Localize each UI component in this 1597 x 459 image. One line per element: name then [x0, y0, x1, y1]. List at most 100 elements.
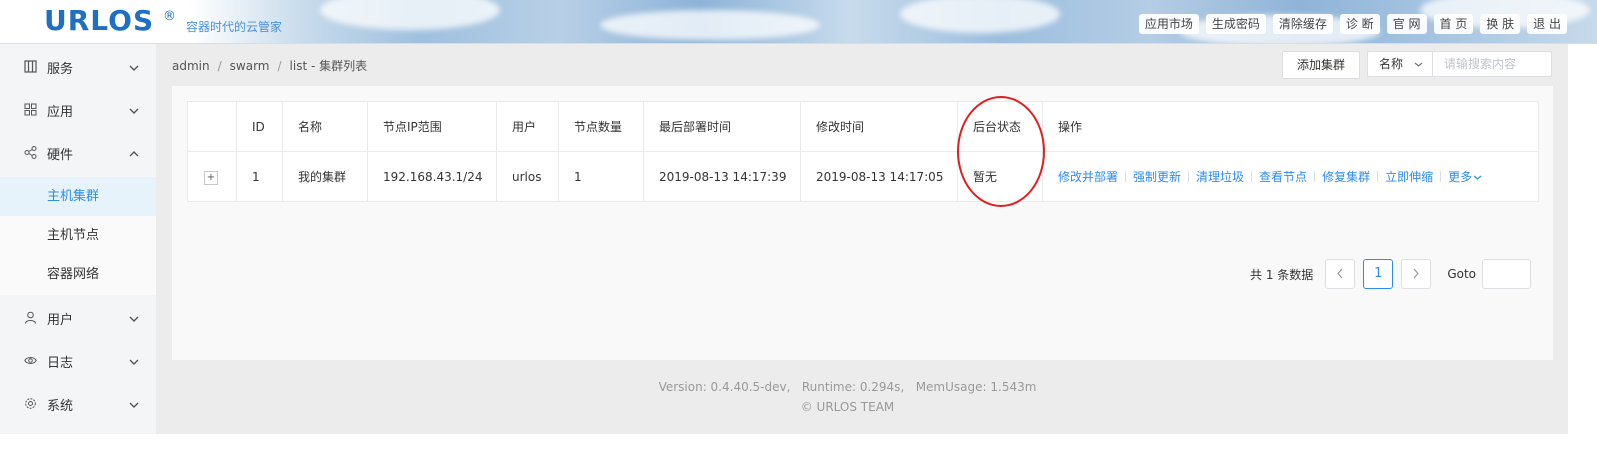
goto-label: Goto — [1447, 267, 1476, 281]
action-divider — [1251, 171, 1253, 182]
sidebar-item-hardware[interactable]: 硬件 — [0, 132, 156, 175]
search-field-label: 名称 — [1379, 57, 1404, 71]
column-header-user: 用户 — [496, 101, 559, 152]
pagination-total: 共 1 条数据 — [1250, 267, 1314, 282]
sidebar-item-system[interactable]: 系统 — [0, 383, 156, 426]
nav-home-button[interactable]: 首 页 — [1433, 14, 1474, 34]
expand-cell: + — [187, 151, 237, 202]
sidebar-item-services[interactable]: 服务 — [0, 46, 156, 89]
cell-actions: 修改并部署 强制更新 清理垃圾 查看节点 修复集群 立即伸缩 更多 — [1042, 151, 1539, 202]
modify-deploy-link[interactable]: 修改并部署 — [1058, 170, 1118, 184]
sidebar-subitem-label: 容器网络 — [47, 267, 100, 282]
chevron-down-icon — [129, 398, 139, 412]
column-header-expand — [187, 101, 237, 152]
nav-generate-password-button[interactable]: 生成密码 — [1205, 14, 1266, 34]
action-divider — [1188, 171, 1190, 182]
sidebar-item-logs[interactable]: 日志 — [0, 340, 156, 383]
page-title: 集群列表 — [319, 59, 368, 73]
action-divider — [1314, 171, 1316, 182]
cell-status: 暂无 — [957, 151, 1043, 202]
gear-icon — [24, 397, 37, 410]
cell-last-deploy: 2019-08-13 14:17:39 — [643, 151, 801, 202]
nav-skin-button[interactable]: 换 肤 — [1480, 14, 1521, 34]
nav-app-market-button[interactable]: 应用市场 — [1138, 14, 1199, 34]
footer-copyright: © URLOS TEAM — [800, 400, 895, 414]
search-input[interactable] — [1432, 51, 1552, 77]
cell-node-count: 1 — [558, 151, 644, 202]
sidebar-item-host-node[interactable]: 主机节点 — [0, 216, 156, 255]
chevron-down-icon — [129, 104, 139, 118]
repair-cluster-link[interactable]: 修复集群 — [1322, 170, 1370, 184]
sidebar-item-label: 系统 — [47, 399, 74, 414]
more-actions-link[interactable]: 更多 — [1448, 170, 1482, 184]
nav-clear-cache-button[interactable]: 清除缓存 — [1272, 14, 1333, 34]
cell-ip-range: 192.168.43.1/24 — [367, 151, 497, 202]
share-icon — [24, 146, 37, 159]
sidebar: 服务 应用 硬件 主机集群 主机节点 容器网络 用户 日志 系统 — [0, 44, 157, 434]
column-header-last-deploy: 最后部署时间 — [643, 101, 801, 152]
sidebar-item-label: 日志 — [47, 356, 74, 371]
main-content: admin/swarm/list - 集群列表 添加集群 名称 ID 名称 节点… — [157, 44, 1568, 434]
expand-row-button[interactable]: + — [204, 170, 218, 185]
cluster-table: ID 名称 节点IP范围 用户 节点数量 最后部署时间 修改时间 后台状态 操作… — [187, 101, 1539, 202]
sidebar-subitem-label: 主机集群 — [47, 189, 100, 204]
sidebar-item-host-cluster[interactable]: 主机集群 — [0, 177, 156, 216]
apps-icon — [24, 103, 37, 116]
chevron-up-icon — [129, 147, 139, 161]
breadcrumb: admin / swarm / list - 集群列表 — [172, 59, 368, 73]
table-row: + 1 我的集群 192.168.43.1/24 urlos 1 2019-08… — [187, 151, 1539, 202]
user-icon — [24, 311, 37, 324]
add-cluster-button[interactable]: 添加集群 — [1282, 51, 1360, 79]
action-divider — [1440, 171, 1442, 182]
registered-mark: ® — [163, 9, 176, 24]
nav-diagnose-button[interactable]: 诊 断 — [1339, 14, 1380, 34]
sidebar-item-container-network[interactable]: 容器网络 — [0, 255, 156, 294]
sidebar-subitem-label: 主机节点 — [47, 228, 100, 243]
sidebar-item-apps[interactable]: 应用 — [0, 89, 156, 132]
scale-now-link[interactable]: 立即伸缩 — [1385, 170, 1433, 184]
app-logo[interactable]: URLOS — [44, 4, 154, 37]
column-header-actions: 操作 — [1042, 101, 1539, 152]
cell-name: 我的集群 — [282, 151, 368, 202]
column-header-status: 后台状态 — [957, 101, 1043, 152]
cell-modified: 2019-08-13 14:17:05 — [800, 151, 958, 202]
chevron-down-icon — [129, 355, 139, 369]
sidebar-item-label: 应用 — [47, 105, 74, 120]
column-header-ip-range: 节点IP范围 — [367, 101, 497, 152]
footer-version: Version: 0.4.40.5-dev, Runtime: 0.294s, … — [658, 380, 1037, 394]
sidebar-item-users[interactable]: 用户 — [0, 297, 156, 340]
pagination: 共 1 条数据 1 Goto — [1250, 259, 1531, 289]
action-divider — [1125, 171, 1127, 182]
action-divider — [1377, 171, 1379, 182]
search-field-select[interactable]: 名称 — [1367, 51, 1432, 77]
nav-official-site-button[interactable]: 官 网 — [1386, 14, 1427, 34]
breadcrumb-swarm[interactable]: swarm — [230, 59, 270, 73]
clean-garbage-link[interactable]: 清理垃圾 — [1196, 170, 1244, 184]
column-header-modified: 修改时间 — [800, 101, 958, 152]
more-label: 更多 — [1448, 170, 1473, 184]
breadcrumb-list: list — [289, 59, 308, 73]
sidebar-item-label: 用户 — [47, 313, 74, 328]
sidebar-item-label: 服务 — [47, 62, 74, 77]
chevron-down-icon — [1472, 170, 1482, 184]
breadcrumb-admin[interactable]: admin — [172, 59, 210, 73]
cloud-decoration — [600, 10, 820, 40]
top-header: URLOS ® 容器时代的云管家 应用市场 生成密码 清除缓存 诊 断 官 网 … — [0, 0, 1597, 44]
footer: Version: 0.4.40.5-dev, Runtime: 0.294s, … — [157, 377, 1538, 417]
nav-logout-button[interactable]: 退 出 — [1527, 14, 1567, 34]
eye-icon — [24, 354, 37, 367]
next-page-button[interactable] — [1401, 259, 1432, 289]
chevron-down-icon — [129, 61, 139, 75]
view-nodes-link[interactable]: 查看节点 — [1259, 170, 1307, 184]
cell-id: 1 — [236, 151, 283, 202]
prev-page-button[interactable] — [1325, 259, 1356, 289]
hardware-submenu: 主机集群 主机节点 容器网络 — [0, 177, 156, 295]
goto-page-input[interactable] — [1482, 259, 1531, 289]
column-header-node-count: 节点数量 — [558, 101, 644, 152]
column-header-name: 名称 — [282, 101, 368, 152]
app-tagline: 容器时代的云管家 — [186, 20, 283, 34]
force-update-link[interactable]: 强制更新 — [1133, 170, 1181, 184]
table-header-row: ID 名称 节点IP范围 用户 节点数量 最后部署时间 修改时间 后台状态 操作 — [187, 101, 1539, 152]
page-1-button[interactable]: 1 — [1363, 259, 1394, 289]
cloud-decoration — [320, 0, 500, 30]
